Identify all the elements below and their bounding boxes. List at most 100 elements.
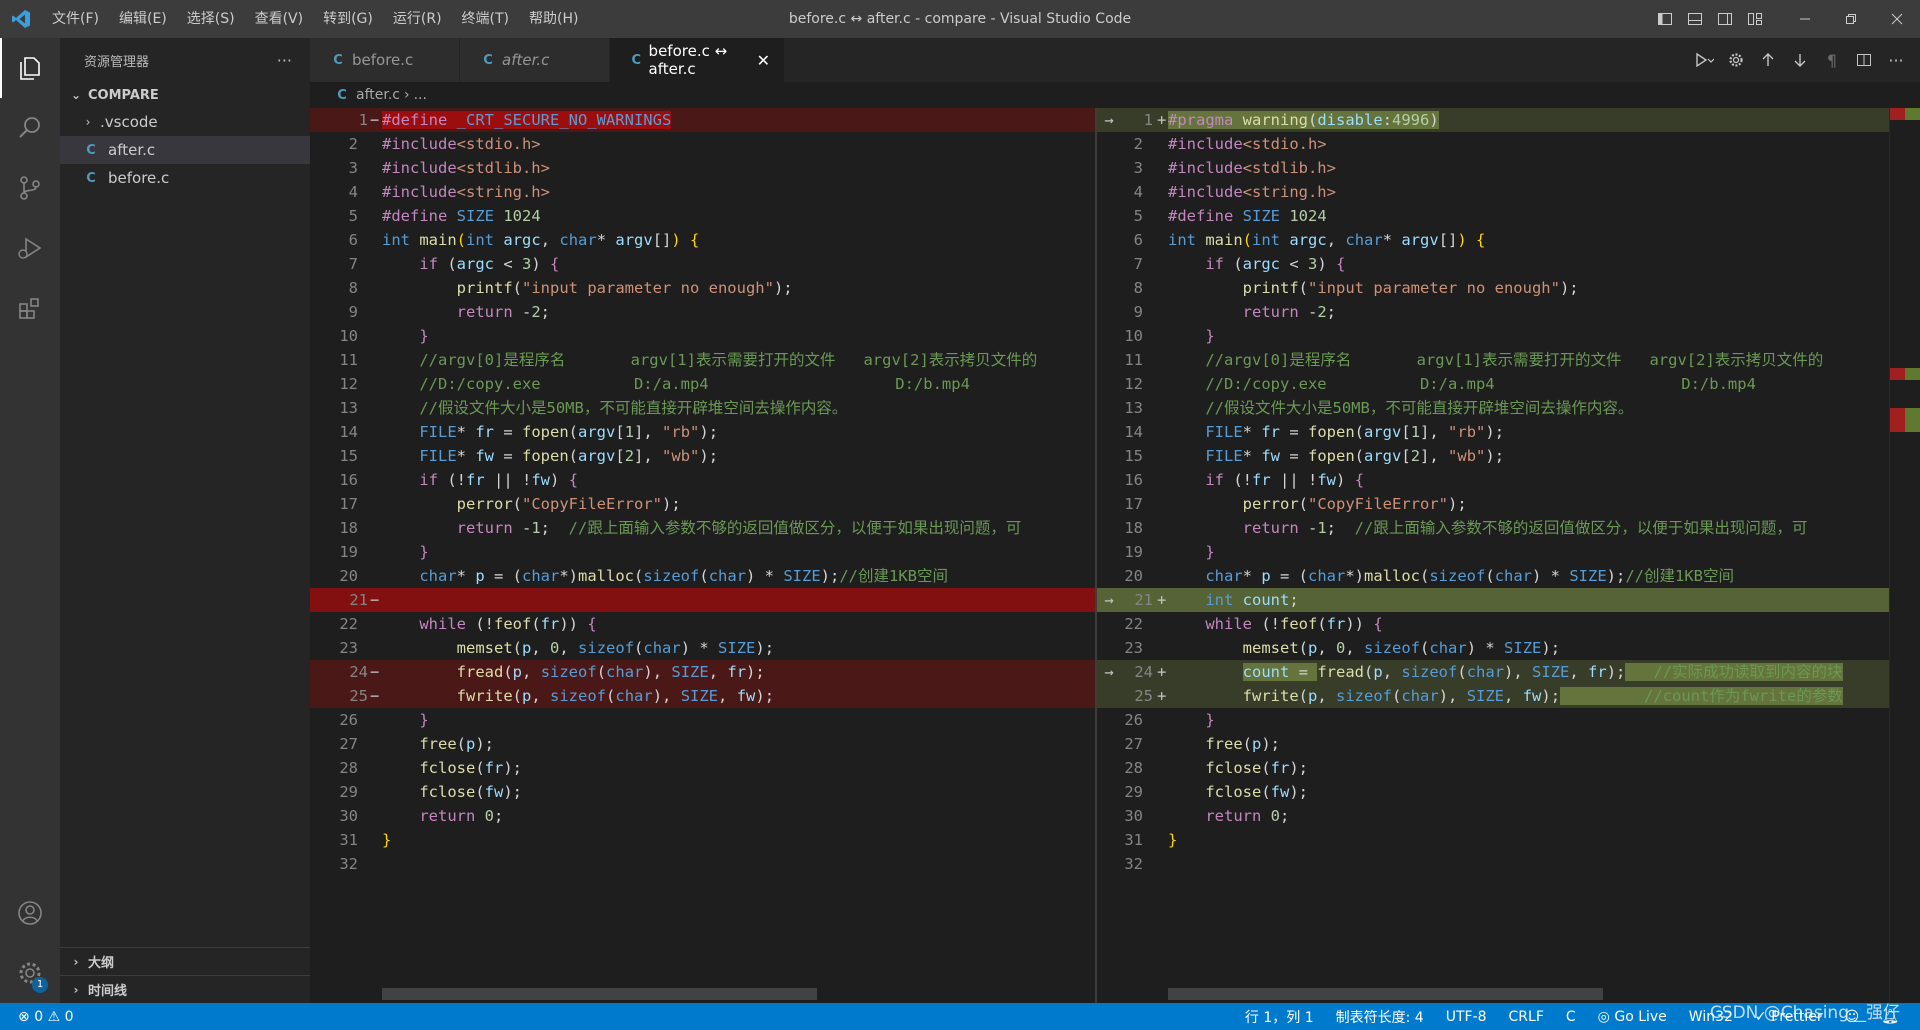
tree-item-after-c[interactable]: C after.c bbox=[60, 136, 310, 164]
menu-run[interactable]: 运行(R) bbox=[383, 0, 452, 38]
title-bar: 文件(F) 编辑(E) 选择(S) 查看(V) 转到(G) 运行(R) 终端(T… bbox=[0, 0, 1920, 38]
c-file-icon: C bbox=[86, 170, 96, 186]
customize-layout-icon[interactable] bbox=[1740, 0, 1770, 38]
close-tab-icon[interactable]: ✕ bbox=[757, 51, 770, 70]
previous-change-arrow-up-icon[interactable] bbox=[1752, 44, 1784, 76]
diff-modified-editor[interactable]: → 1 + #pragma warning(disable:4996) 2 #inclu… bbox=[1097, 108, 1889, 1003]
code-line: 7 if (argc < 3) { bbox=[348, 255, 560, 273]
code-line: 18 return -1; //跟上面输入参数不够的返回值做区分，以便于如果出现… bbox=[339, 519, 1022, 537]
split-editor-icon[interactable] bbox=[1848, 44, 1880, 76]
run-debug-icon[interactable] bbox=[0, 218, 60, 278]
c-file-icon: C bbox=[483, 52, 493, 68]
status-bar: ⊗ 0 ⚠ 0 行 1，列 1 制表符长度: 4 UTF-8 CRLF C ◎ … bbox=[0, 1003, 1920, 1030]
code-line: 28 fclose(fr); bbox=[1124, 759, 1309, 777]
code-line: 23 memset(p, 0, sizeof(char) * SIZE); bbox=[339, 639, 775, 657]
code-line: 3 #include<stdlib.h> bbox=[348, 159, 550, 177]
breadcrumb-file[interactable]: after.c bbox=[356, 87, 400, 103]
end-of-line[interactable]: CRLF bbox=[1498, 1009, 1555, 1025]
diff-original-editor[interactable]: 1− #define _CRT_SECURE_NO_WARNINGS 2 #incl… bbox=[310, 108, 1095, 1003]
close-window-icon[interactable] bbox=[1874, 0, 1920, 38]
overview-removed-marker bbox=[1890, 408, 1905, 432]
problems-status[interactable]: ⊗ 0 ⚠ 0 bbox=[18, 1009, 85, 1025]
code-line: 13 //假设文件大小是50MB，不可能直接开辟堆空间去操作内容。 bbox=[1124, 399, 1634, 417]
restore-icon[interactable] bbox=[1828, 0, 1874, 38]
code-line: 8 printf("input parameter no enough"); bbox=[1133, 279, 1579, 297]
tab-label: after.c bbox=[502, 51, 550, 69]
code-line: 6 int main(int argc, char* argv[]) { bbox=[1133, 231, 1486, 249]
code-line: 19 } bbox=[339, 543, 429, 561]
horizontal-scrollbar[interactable] bbox=[382, 988, 817, 1000]
cursor-position[interactable]: 行 1，列 1 bbox=[1234, 1007, 1325, 1027]
tree-item-vscode[interactable]: › .vscode bbox=[60, 108, 310, 136]
code-line: 7 if (argc < 3) { bbox=[1133, 255, 1346, 273]
code-line: 16 if (!fr || !fw) { bbox=[1124, 471, 1365, 489]
diff-overview-ruler[interactable] bbox=[1889, 108, 1920, 1003]
tab-before-c[interactable]: C before.c bbox=[310, 38, 460, 82]
c-file-icon: C bbox=[631, 52, 642, 68]
menu-file[interactable]: 文件(F) bbox=[42, 0, 109, 38]
breadcrumb-more[interactable]: ... bbox=[414, 87, 427, 103]
tree-item-label: after.c bbox=[108, 141, 156, 159]
vscode-logo-icon bbox=[0, 0, 42, 38]
encoding[interactable]: UTF-8 bbox=[1435, 1009, 1498, 1025]
horizontal-scrollbar[interactable] bbox=[1168, 988, 1603, 1000]
workspace-section[interactable]: ⌄ COMPARE bbox=[60, 82, 310, 108]
code-line: 2 #include<stdio.h> bbox=[1133, 135, 1327, 153]
menu-terminal[interactable]: 终端(T) bbox=[452, 0, 519, 38]
code-line: 27 free(p); bbox=[1124, 735, 1281, 753]
code-line: 10 } bbox=[1124, 327, 1215, 345]
tab-after-c[interactable]: C after.c bbox=[460, 38, 610, 82]
code-line: 25 + fwrite(p, sizeof(char), SIZE, fw); /… bbox=[1097, 684, 1889, 708]
outline-section[interactable]: › 大纲 bbox=[60, 947, 310, 975]
tab-compare[interactable]: C before.c ↔ after.c ✕ bbox=[610, 38, 785, 82]
code-line: 19 } bbox=[1124, 543, 1215, 561]
code-line: 30 return 0; bbox=[1124, 807, 1290, 825]
code-line: 28 fclose(fr); bbox=[339, 759, 523, 777]
tree-item-label: .vscode bbox=[100, 113, 158, 131]
explorer-icon[interactable] bbox=[0, 38, 60, 98]
c-file-icon: C bbox=[337, 87, 347, 103]
menu-go[interactable]: 转到(G) bbox=[313, 0, 383, 38]
code-line: → 21 + int count; bbox=[1097, 588, 1889, 612]
warning-count: 0 bbox=[64, 1008, 74, 1025]
search-icon[interactable] bbox=[0, 98, 60, 158]
error-count: 0 bbox=[34, 1008, 44, 1025]
language-mode[interactable]: C bbox=[1555, 1009, 1587, 1025]
breadcrumb-separator: › bbox=[403, 87, 410, 103]
extensions-icon[interactable] bbox=[0, 278, 60, 338]
menu-edit[interactable]: 编辑(E) bbox=[109, 0, 177, 38]
window-controls bbox=[1650, 0, 1920, 38]
code-line: → 24 + count = fread(p, sizeof(char), SIZE… bbox=[1097, 660, 1889, 684]
manage-gear-icon[interactable]: 1 bbox=[0, 943, 60, 1003]
more-actions-icon[interactable]: ··· bbox=[1880, 44, 1912, 76]
code-line: 26 } bbox=[339, 711, 429, 729]
code-line: 18 return -1; //跟上面输入参数不够的返回值做区分，以便于如果出现… bbox=[1124, 519, 1808, 537]
c-file-icon: C bbox=[333, 52, 343, 68]
workspace-title: COMPARE bbox=[88, 87, 159, 103]
chevron-right-icon: › bbox=[85, 115, 91, 129]
menu-help[interactable]: 帮助(H) bbox=[519, 0, 588, 38]
more-actions-icon[interactable]: ··· bbox=[277, 51, 292, 70]
next-change-arrow-down-icon[interactable] bbox=[1784, 44, 1816, 76]
menu-selection[interactable]: 选择(S) bbox=[177, 0, 245, 38]
overview-removed-marker bbox=[1890, 368, 1905, 380]
run-icon[interactable] bbox=[1688, 44, 1720, 76]
accounts-icon[interactable] bbox=[0, 883, 60, 943]
chevron-down-icon: ⌄ bbox=[70, 88, 82, 102]
toggle-sidebar-icon[interactable] bbox=[1650, 0, 1680, 38]
source-control-icon[interactable] bbox=[0, 158, 60, 218]
timeline-section[interactable]: › 时间线 bbox=[60, 975, 310, 1003]
menu-view[interactable]: 查看(V) bbox=[245, 0, 314, 38]
toggle-panel-icon[interactable] bbox=[1680, 0, 1710, 38]
go-live-button[interactable]: ◎ Go Live bbox=[1587, 1009, 1678, 1025]
tab-size[interactable]: 制表符长度: 4 bbox=[1325, 1007, 1435, 1027]
tree-item-before-c[interactable]: C before.c bbox=[60, 164, 310, 192]
whitespace-pilcrow-icon[interactable]: ¶ bbox=[1816, 44, 1848, 76]
code-line: 14 FILE* fr = fopen(argv[1], "rb"); bbox=[1124, 423, 1505, 441]
minimize-icon[interactable] bbox=[1782, 0, 1828, 38]
broadcast-icon: ◎ bbox=[1597, 1008, 1610, 1025]
overview-added-marker bbox=[1905, 408, 1920, 432]
code-line: 22 while (!feof(fr)) { bbox=[339, 615, 597, 633]
toggle-secondary-sidebar-icon[interactable] bbox=[1710, 0, 1740, 38]
diff-settings-gear-icon[interactable] bbox=[1720, 44, 1752, 76]
